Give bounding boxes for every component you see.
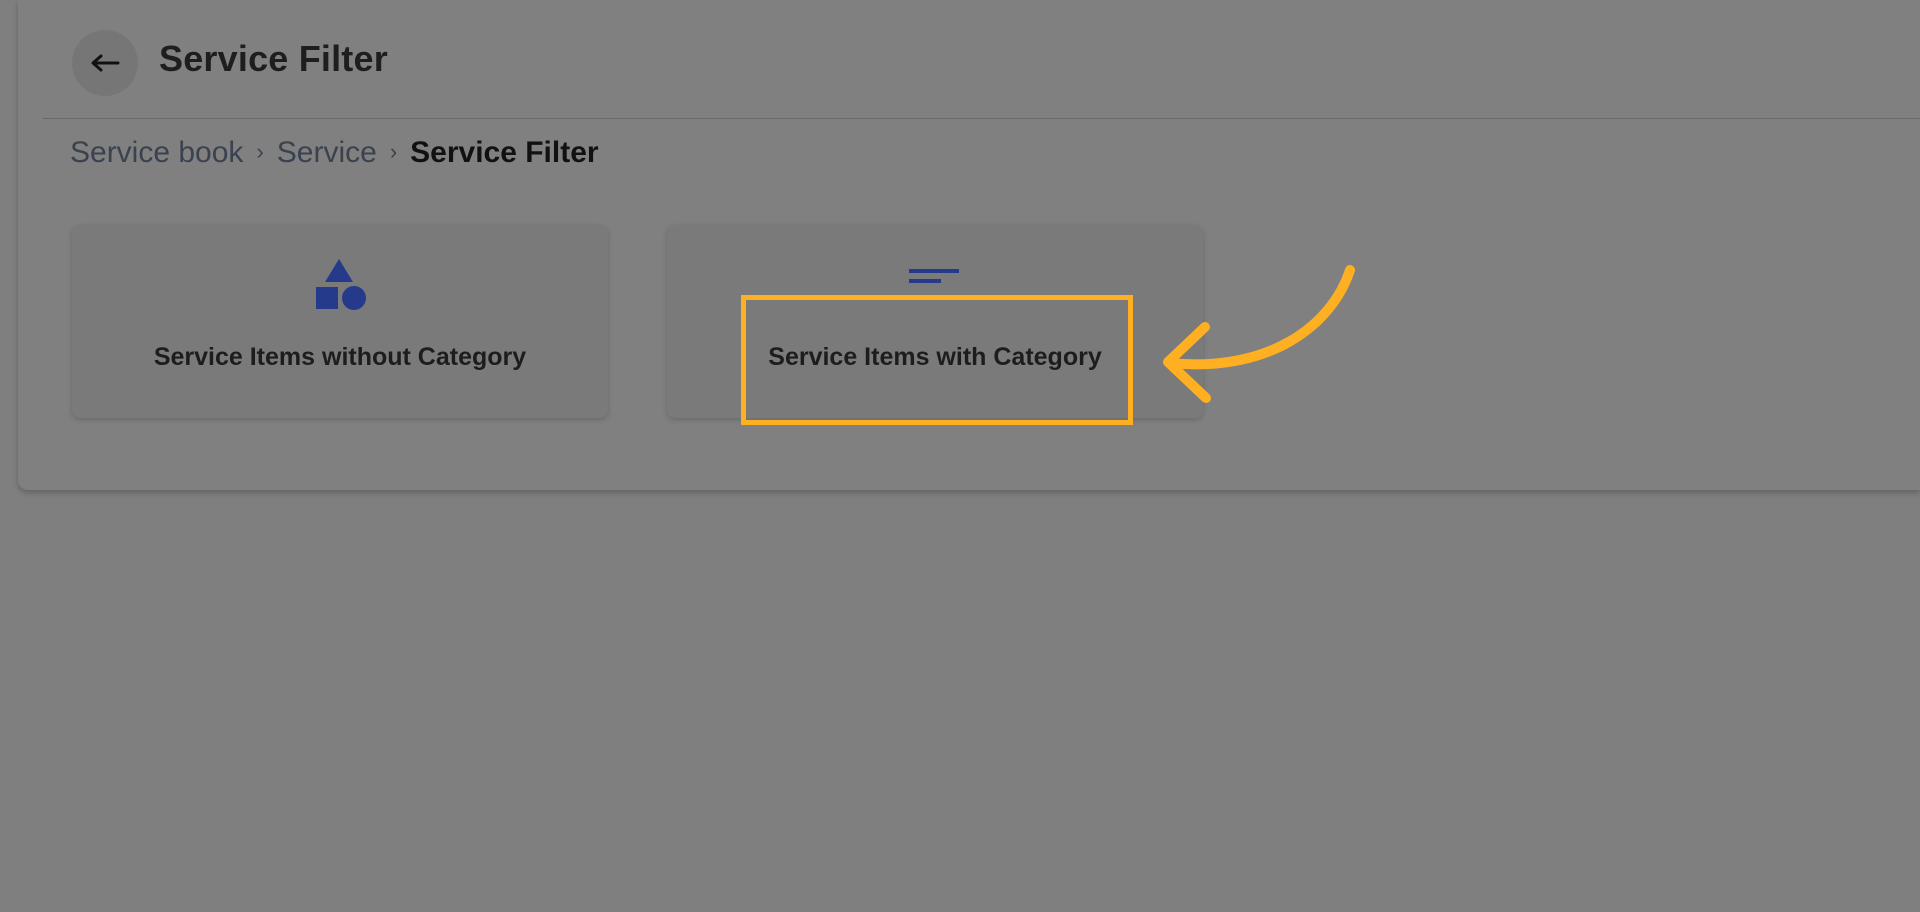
breadcrumb-item-service-book[interactable]: Service book bbox=[70, 136, 243, 170]
shapes-icon-wrapper bbox=[72, 257, 608, 313]
card-label-with-category: Service Items with Category bbox=[768, 343, 1102, 371]
breadcrumb-separator: › bbox=[256, 139, 264, 164]
service-items-without-category-card[interactable]: Service Items without Category bbox=[72, 225, 608, 418]
page-root: Service Filter Service book › Service › … bbox=[0, 0, 1920, 912]
service-items-with-category-card[interactable]: Service Items with Category bbox=[667, 225, 1203, 418]
back-button[interactable] bbox=[72, 30, 138, 96]
card-label-without-category: Service Items without Category bbox=[153, 343, 527, 371]
sort-lines-icon bbox=[909, 269, 959, 283]
breadcrumb-item-service[interactable]: Service bbox=[277, 136, 377, 170]
sort-lines-icon-wrapper bbox=[667, 257, 1203, 289]
page-header: Service Filter bbox=[43, 0, 1920, 119]
breadcrumb-separator: › bbox=[389, 139, 398, 164]
breadcrumb-current: Service Filter bbox=[410, 136, 599, 169]
shapes-icon bbox=[316, 259, 366, 310]
page-title: Service Filter bbox=[159, 38, 388, 79]
arrow-left-icon bbox=[91, 54, 120, 72]
breadcrumb: Service book › Service › Service Filter bbox=[70, 136, 599, 170]
